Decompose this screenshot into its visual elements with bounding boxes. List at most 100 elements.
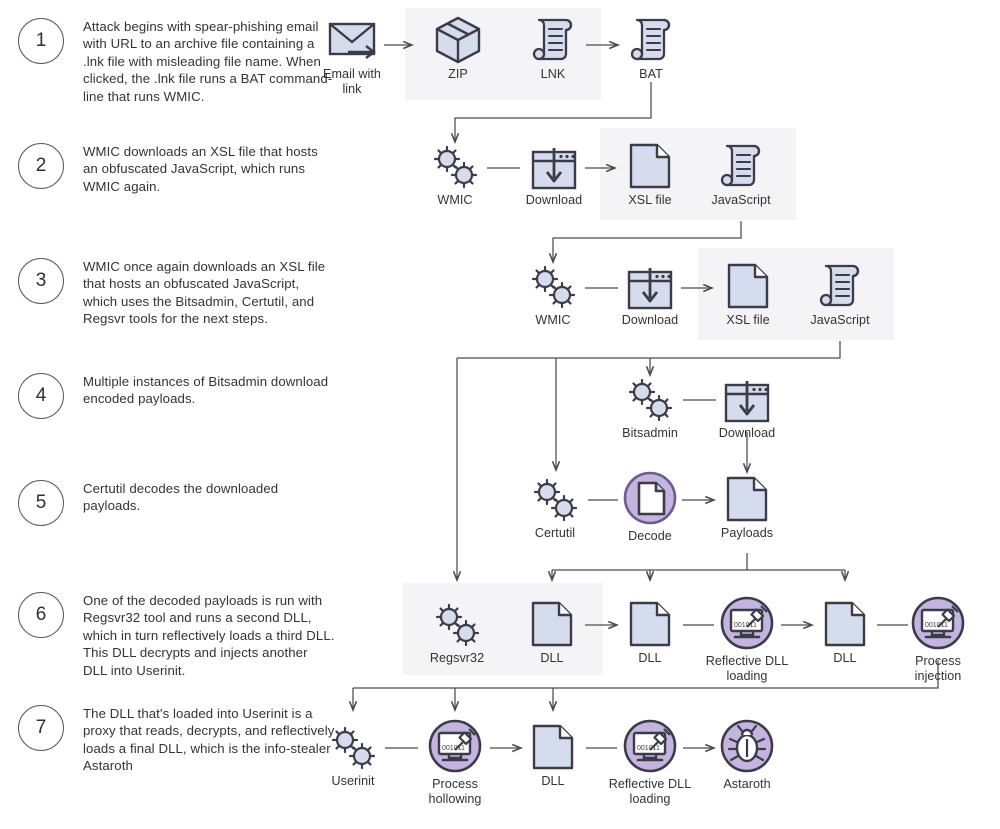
document-icon	[724, 260, 772, 310]
step-4-number: 4	[18, 373, 64, 419]
node-javascript-2: JavaScript	[792, 260, 888, 328]
node-process-hollowing: Process hollowing	[407, 718, 503, 807]
gears-icon	[431, 140, 479, 190]
injection-circle-icon	[623, 718, 677, 774]
step-4-text: Multiple instances of Bitsadmin download…	[83, 374, 329, 407]
node-payloads: Payloads	[699, 473, 795, 541]
node-bitsadmin: Bitsadmin	[602, 373, 698, 441]
box-icon	[434, 14, 482, 64]
node-wmic-1-label: WMIC	[437, 193, 473, 207]
node-email: Email with link	[304, 14, 400, 97]
document-icon	[528, 598, 576, 648]
node-reflective-loading-1-label: Reflective DLL loading	[705, 654, 789, 683]
step-2: 2 WMIC downloads an XSL file that hosts …	[18, 143, 335, 195]
step-7-number: 7	[18, 705, 64, 751]
node-userinit-label: Userinit	[331, 774, 375, 788]
step-5: 5 Certutil decodes the downloaded payloa…	[18, 480, 335, 526]
node-bat: BAT	[603, 14, 699, 82]
node-lnk-label: LNK	[540, 67, 566, 81]
gears-icon	[626, 373, 674, 423]
step-1-number: 1	[18, 18, 64, 64]
gears-icon	[329, 721, 377, 771]
node-dll-4-label: DLL	[541, 774, 565, 788]
node-reflective-loading-2-label: Reflective DLL loading	[608, 777, 692, 806]
node-astaroth: Astaroth	[699, 718, 795, 792]
node-reflective-loading-2: Reflective DLL loading	[602, 718, 698, 807]
step-5-number: 5	[18, 480, 64, 526]
node-lnk: LNK	[505, 14, 601, 82]
scroll-icon	[817, 260, 863, 310]
step-4: 4 Multiple instances of Bitsadmin downlo…	[18, 373, 335, 419]
step-3-text: WMIC once again downloads an XSL file th…	[83, 259, 326, 327]
node-certutil: Certutil	[507, 473, 603, 541]
node-javascript-1: JavaScript	[693, 140, 789, 208]
node-decode-label: Decode	[628, 529, 672, 543]
step-1-text: Attack begins with spear-phishing email …	[83, 19, 333, 104]
document-icon	[529, 721, 577, 771]
injection-circle-icon	[911, 595, 965, 651]
node-wmic-2: WMIC	[505, 260, 601, 328]
node-wmic-1: WMIC	[407, 140, 503, 208]
step-3: 3 WMIC once again downloads an XSL file …	[18, 258, 335, 328]
node-dll-3: DLL	[797, 598, 893, 666]
node-xsl-2-label: XSL file	[726, 313, 770, 327]
node-process-hollowing-label: Process hollowing	[428, 777, 482, 806]
attack-chain-diagram: 1 Attack begins with spear-phishing emai…	[0, 0, 1000, 829]
envelope-icon	[328, 14, 376, 64]
injection-circle-icon	[428, 718, 482, 774]
node-regsvr32: Regsvr32	[409, 598, 505, 666]
scroll-icon	[530, 14, 576, 64]
node-dll-2-label: DLL	[638, 651, 662, 665]
step-5-text: Certutil decodes the downloaded payloads…	[83, 481, 279, 514]
node-regsvr32-label: Regsvr32	[429, 651, 485, 665]
node-zip-label: ZIP	[448, 67, 468, 81]
node-download-2: Download	[602, 260, 698, 328]
injection-circle-icon	[720, 595, 774, 651]
gears-icon	[433, 598, 481, 648]
download-window-icon	[530, 140, 578, 190]
gears-icon	[531, 473, 579, 523]
node-bat-label: BAT	[639, 67, 663, 81]
step-7: 7 The DLL that's loaded into Userinit is…	[18, 705, 335, 775]
node-process-injection: Process injection	[890, 595, 986, 684]
node-reflective-loading-1: Reflective DLL loading	[699, 595, 795, 684]
node-userinit: Userinit	[305, 721, 401, 789]
step-7-text: The DLL that's loaded into Userinit is a…	[83, 706, 335, 774]
node-payloads-label: Payloads	[720, 526, 774, 540]
node-decode: Decode	[602, 470, 698, 544]
step-6: 6 One of the decoded payloads is run wit…	[18, 592, 335, 679]
node-xsl-1: XSL file	[602, 140, 698, 208]
step-6-text: One of the decoded payloads is run with …	[83, 593, 335, 678]
node-javascript-2-label: JavaScript	[810, 313, 870, 327]
node-xsl-1-label: XSL file	[628, 193, 672, 207]
node-javascript-1-label: JavaScript	[711, 193, 771, 207]
node-dll-2: DLL	[602, 598, 698, 666]
step-1: 1 Attack begins with spear-phishing emai…	[18, 18, 335, 105]
download-window-icon	[723, 373, 771, 423]
node-download-3-label: Download	[718, 426, 776, 440]
decode-circle-icon	[623, 470, 677, 526]
scroll-icon	[718, 140, 764, 190]
document-icon	[626, 598, 674, 648]
node-download-1: Download	[506, 140, 602, 208]
step-2-number: 2	[18, 143, 64, 189]
node-download-2-label: Download	[621, 313, 679, 327]
download-window-icon	[626, 260, 674, 310]
node-certutil-label: Certutil	[534, 526, 576, 540]
document-icon	[723, 473, 771, 523]
document-icon	[821, 598, 869, 648]
scroll-icon	[628, 14, 674, 64]
node-xsl-2: XSL file	[700, 260, 796, 328]
node-bitsadmin-label: Bitsadmin	[622, 426, 678, 440]
gears-icon	[529, 260, 577, 310]
document-icon	[626, 140, 674, 190]
step-6-number: 6	[18, 592, 64, 638]
node-wmic-2-label: WMIC	[535, 313, 571, 327]
step-2-text: WMIC downloads an XSL file that hosts an…	[83, 144, 318, 194]
node-dll-4: DLL	[505, 721, 601, 789]
node-dll-1: DLL	[504, 598, 600, 666]
node-dll-1-label: DLL	[540, 651, 564, 665]
bug-circle-icon	[720, 718, 774, 774]
node-process-injection-label: Process injection	[914, 654, 962, 683]
step-3-number: 3	[18, 258, 64, 304]
